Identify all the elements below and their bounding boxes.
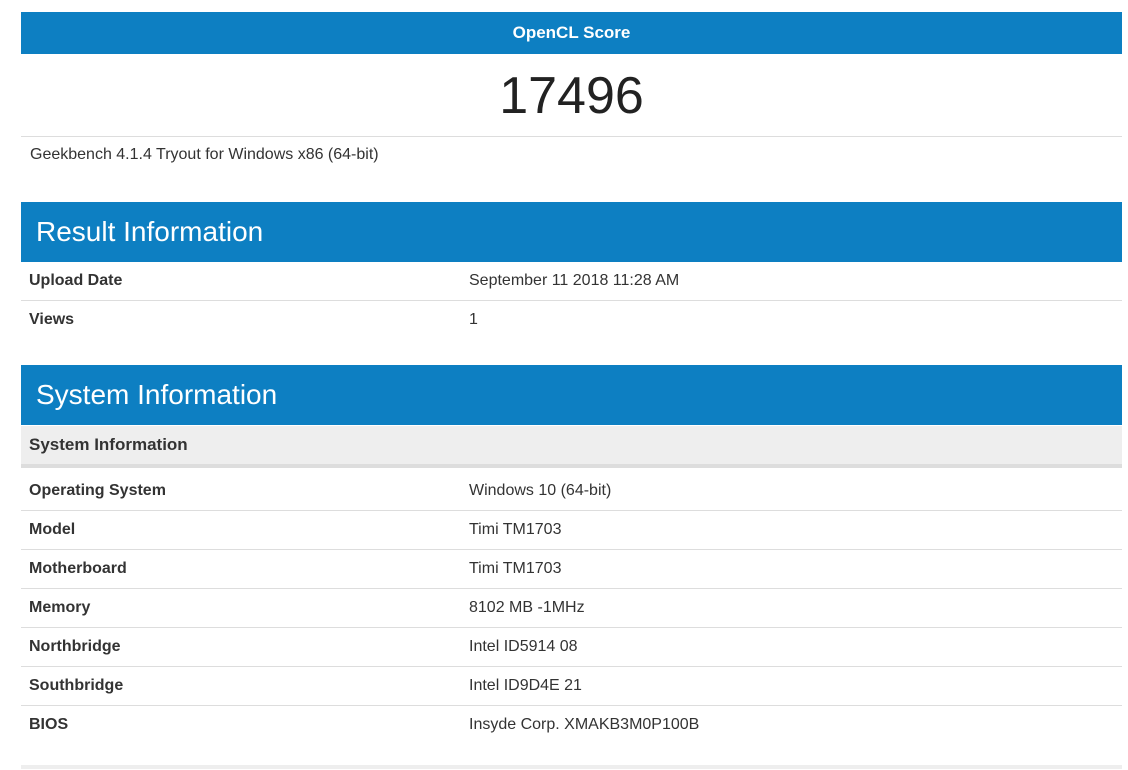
row-value-model: Timi TM1703 [469, 510, 1122, 550]
row-value-southbridge: Intel ID9D4E 21 [469, 666, 1122, 706]
system-information-subheader: System Information [21, 426, 1122, 468]
system-information-header: System Information [21, 365, 1122, 425]
table-row: Operating System Windows 10 (64-bit) [21, 472, 1122, 511]
row-value-upload-date: September 11 2018 11:28 AM [469, 262, 1122, 301]
score-value: 17496 [499, 66, 644, 125]
result-information-header: Result Information [21, 202, 1122, 262]
system-information-title: System Information [36, 379, 278, 410]
row-name-memory: Memory [21, 588, 469, 628]
system-information-table: Operating System Windows 10 (64-bit) Mod… [21, 472, 1122, 744]
table-row: Model Timi TM1703 [21, 510, 1122, 550]
result-information-title: Result Information [36, 216, 264, 247]
score-value-panel: 17496 [21, 55, 1122, 137]
table-row: Northbridge Intel ID5914 08 [21, 627, 1122, 667]
result-information-table: Upload Date September 11 2018 11:28 AM V… [21, 262, 1122, 339]
table-row: Upload Date September 11 2018 11:28 AM [21, 262, 1122, 301]
score-platform: Geekbench 4.1.4 Tryout for Windows x86 (… [30, 146, 379, 163]
row-value-memory: 8102 MB -1MHz [469, 588, 1122, 628]
row-value-bios: Insyde Corp. XMAKB3M0P100B [469, 716, 700, 733]
row-value-views: 1 [469, 311, 478, 328]
bottom-divider [21, 765, 1122, 769]
row-name-northbridge: Northbridge [21, 627, 469, 667]
row-value-northbridge: Intel ID5914 08 [469, 627, 1122, 667]
row-name-southbridge: Southbridge [21, 666, 469, 706]
table-row: Memory 8102 MB -1MHz [21, 588, 1122, 628]
row-name-motherboard: Motherboard [21, 549, 469, 589]
row-name-operating-system: Operating System [21, 472, 469, 511]
row-name-upload-date: Upload Date [21, 262, 469, 301]
score-header: OpenCL Score [21, 12, 1122, 54]
row-name-bios: BIOS [29, 716, 69, 733]
table-row: BIOS Insyde Corp. XMAKB3M0P100B [21, 706, 1122, 745]
row-value-motherboard: Timi TM1703 [469, 549, 1122, 589]
row-value-operating-system: Windows 10 (64-bit) [469, 472, 1122, 511]
table-row: Views 1 [21, 301, 1122, 340]
table-row: Motherboard Timi TM1703 [21, 549, 1122, 589]
row-name-model: Model [21, 510, 469, 550]
subheader-label: System Information [29, 435, 188, 454]
score-label: OpenCL Score [512, 23, 631, 42]
page: OpenCL Score 17496 Geekbench 4.1.4 Tryou… [0, 0, 1128, 770]
row-name-views: Views [29, 311, 75, 328]
table-row: Southbridge Intel ID9D4E 21 [21, 666, 1122, 706]
